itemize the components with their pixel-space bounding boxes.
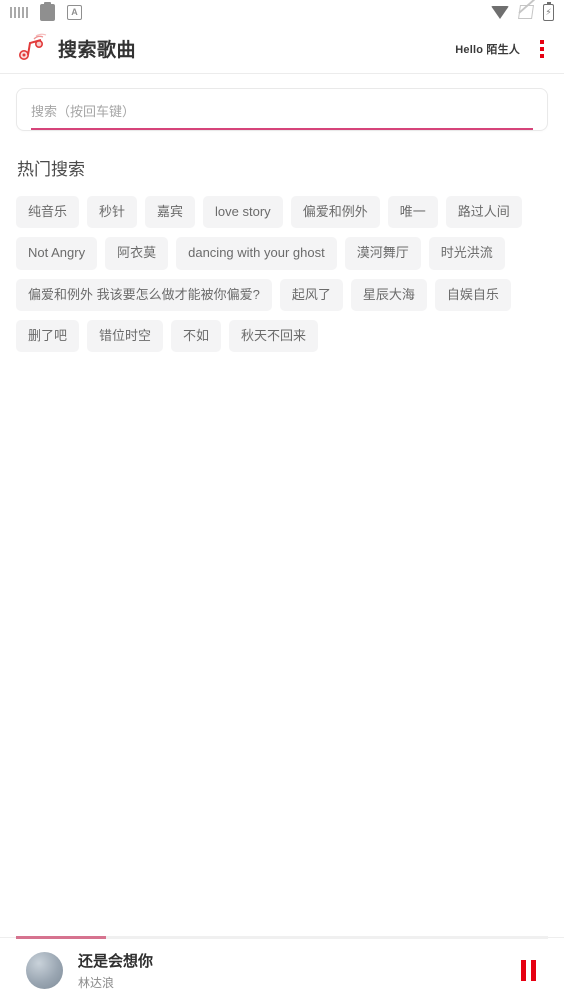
clipboard-icon — [40, 1, 55, 21]
battery-charging-icon: ⚡ — [543, 1, 554, 21]
abc-input-icon: A — [67, 4, 82, 20]
hot-search-tag[interactable]: 阿衣莫 — [105, 237, 169, 270]
app-header: 搜索歌曲 Hello 陌生人 — [0, 24, 564, 74]
hot-search-tag[interactable]: 起风了 — [279, 278, 343, 311]
hot-search-tag[interactable]: 偏爱和例外 — [290, 196, 380, 229]
hot-search-tag[interactable]: 时光洪流 — [428, 237, 505, 270]
hot-search-tag[interactable]: 唯一 — [387, 196, 438, 229]
status-bar-left: A — [10, 1, 82, 21]
track-meta: 还是会想你 林达浪 — [78, 950, 153, 991]
brand: 搜索歌曲 — [14, 33, 136, 65]
player-bar: 还是会想你 林达浪 — [0, 936, 564, 1002]
pause-bar — [531, 959, 536, 981]
battery-bolt-glyph: ⚡ — [545, 6, 552, 17]
hot-search-tag[interactable]: love story — [203, 196, 283, 229]
app-screen: A ⚡ 搜索歌曲 Hello 陌生人 搜索（按回车键） 热门搜索 纯音乐 秒针 … — [0, 0, 564, 1002]
pause-bar — [521, 959, 526, 981]
kebab-dot — [540, 53, 544, 58]
hot-search-tag[interactable]: 漠河舞厅 — [344, 237, 421, 270]
status-bar: A ⚡ — [0, 0, 564, 24]
music-note-logo — [14, 33, 50, 65]
album-art-thumbnail[interactable] — [26, 951, 63, 989]
hot-search-tag[interactable]: 路过人间 — [445, 196, 522, 229]
search-section — [0, 74, 564, 131]
wifi-icon — [491, 5, 509, 19]
signal-off-icon — [518, 5, 534, 19]
playback-progress-fill — [16, 936, 107, 939]
playback-progress-bar[interactable] — [16, 936, 548, 939]
search-input[interactable] — [31, 104, 533, 130]
keyboard-icon — [10, 6, 28, 18]
search-card — [16, 88, 548, 131]
track-artist: 林达浪 — [78, 975, 115, 990]
kebab-menu-icon[interactable] — [534, 36, 550, 62]
status-bar-right: ⚡ — [491, 1, 554, 21]
hot-search-tag[interactable]: 偏爱和例外 我该要怎么做才能被你偏爱? — [16, 278, 272, 311]
header-right: Hello 陌生人 — [455, 36, 550, 62]
hot-search-tag[interactable]: 错位时空 — [87, 319, 164, 353]
hot-search-tag[interactable]: 星辰大海 — [350, 278, 427, 311]
hot-search-tag[interactable]: 秒针 — [87, 196, 138, 229]
track-title: 还是会想你 — [78, 952, 154, 970]
hot-search-tag[interactable]: 纯音乐 — [16, 196, 80, 229]
hot-search-tag[interactable]: 嘉宾 — [145, 196, 196, 229]
pause-icon[interactable] — [515, 954, 542, 987]
hot-search-tag[interactable]: Not Angry — [16, 237, 98, 270]
hot-search-tag[interactable]: 自娱自乐 — [434, 278, 511, 311]
kebab-dot — [540, 39, 544, 44]
hot-search-tag[interactable]: 不如 — [171, 319, 222, 353]
hot-search-tag-list: 纯音乐 秒针 嘉宾 love story 偏爱和例外 唯一 路过人间 Not A… — [16, 196, 548, 353]
kebab-dot — [540, 46, 544, 51]
hot-search-title: 热门搜索 — [17, 160, 85, 179]
hot-search-tag[interactable]: 秋天不回来 — [229, 319, 319, 353]
hot-search-tag[interactable]: 删了吧 — [16, 319, 80, 353]
hot-search-tag[interactable]: dancing with your ghost — [176, 237, 337, 270]
greeting-label: Hello 陌生人 — [455, 43, 520, 56]
page-title: 搜索歌曲 — [58, 40, 137, 61]
